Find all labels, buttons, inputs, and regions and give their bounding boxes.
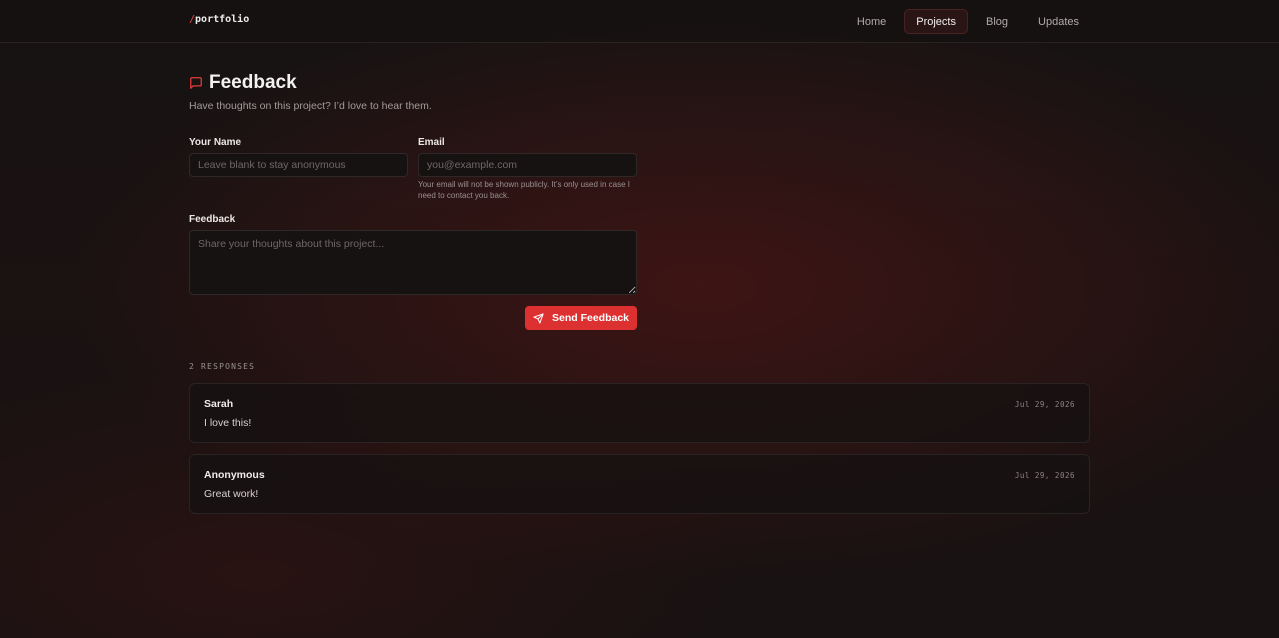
nav-home[interactable]: Home (845, 9, 898, 34)
logo-text: portfolio (195, 14, 250, 25)
response-message: Great work! (204, 488, 259, 500)
response-message: I love this! (204, 417, 252, 429)
nav-projects[interactable]: Projects (904, 9, 968, 34)
nav-blog[interactable]: Blog (974, 9, 1020, 34)
feedback-label: Feedback (189, 214, 236, 225)
responses-count: 2 RESPONSES (189, 362, 256, 371)
response-card: Sarah Jul 29, 2026 I love this! (189, 383, 1090, 443)
response-author: Anonymous (204, 469, 265, 481)
page: /portfolio Home Projects Blog Updates Fe… (0, 0, 1279, 638)
page-title: Feedback (209, 72, 297, 93)
email-help-text: Your email will not be shown publicly. I… (418, 180, 630, 200)
email-input[interactable] (418, 153, 637, 177)
response-author: Sarah (204, 398, 234, 410)
top-header: /portfolio Home Projects Blog Updates (0, 0, 1279, 43)
response-date: Jul 29, 2026 (1014, 471, 1075, 480)
feedback-textarea[interactable] (189, 230, 637, 295)
site-logo[interactable]: /portfolio (189, 14, 249, 25)
nav-updates[interactable]: Updates (1026, 9, 1091, 34)
response-date: Jul 29, 2026 (1014, 400, 1075, 409)
email-label: Email (418, 137, 445, 148)
send-feedback-button[interactable]: Send Feedback (525, 306, 637, 330)
send-feedback-label: Send Feedback (551, 312, 630, 324)
message-square-icon (190, 77, 202, 89)
name-label: Your Name (189, 137, 242, 148)
name-input[interactable] (189, 153, 408, 177)
page-title-row: Feedback (189, 72, 297, 94)
response-card: Anonymous Jul 29, 2026 Great work! (189, 454, 1090, 514)
main-nav: Home Projects Blog Updates (845, 9, 1091, 34)
page-subtitle: Have thoughts on this project? I’d love … (189, 100, 432, 112)
send-icon (533, 312, 544, 324)
